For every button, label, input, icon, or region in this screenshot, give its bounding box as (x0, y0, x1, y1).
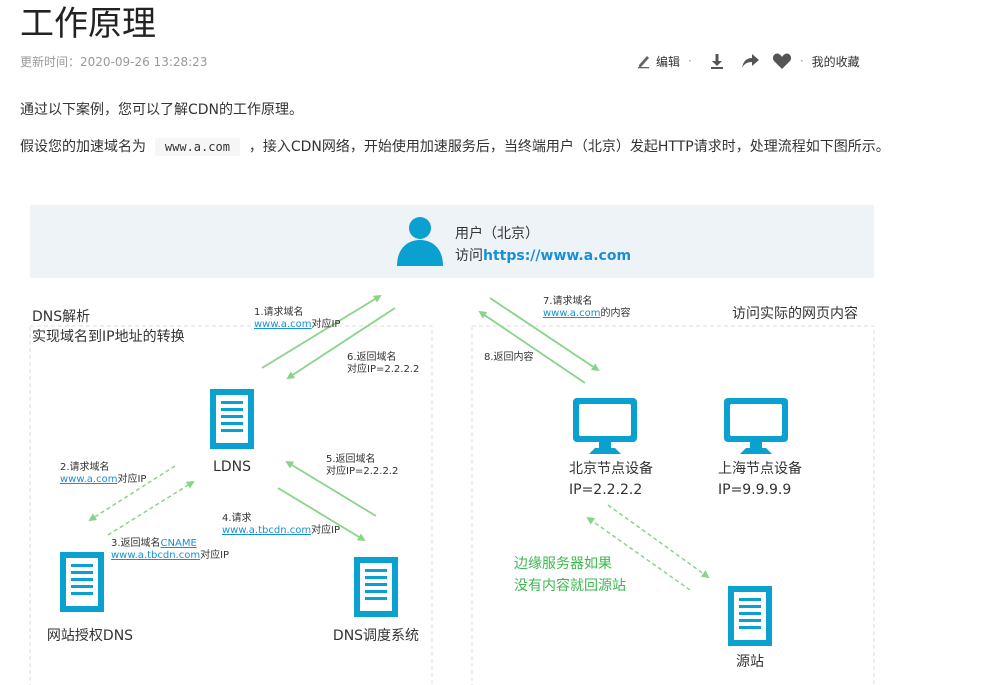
content-panel-title: 访问实际的网页内容 (732, 305, 858, 322)
auth-dns-server-icon (60, 552, 104, 612)
edge-note-line2: 没有内容就回源站 (514, 577, 626, 594)
shanghai-node-label: 上海节点设备 (718, 460, 802, 477)
step1-detail: www.a.com对应IP (254, 317, 340, 330)
step6-detail: 对应IP=2.2.2.2 (347, 362, 419, 375)
dns-scheduler-server-icon (354, 557, 398, 617)
step4-label: 4.请求 (222, 511, 252, 524)
step5-detail: 对应IP=2.2.2.2 (326, 464, 398, 477)
user-banner (30, 205, 874, 278)
shanghai-node-ip: IP=9.9.9.9 (718, 482, 791, 498)
shanghai-node-monitor-icon (724, 398, 788, 454)
beijing-node-label: 北京节点设备 (569, 460, 653, 477)
step3-label: 3.返回域名CNAME (111, 536, 197, 549)
edge-note-line1: 边缘服务器如果 (514, 556, 612, 572)
step7-label: 7.请求域名 (543, 294, 593, 307)
dns-panel-title: DNS解析 (32, 309, 90, 325)
step2-detail: www.a.com对应IP (60, 472, 146, 485)
step6-label: 6.返回域名 (347, 350, 397, 363)
step1-label: 1.请求域名 (254, 305, 304, 318)
step2-label: 2.请求域名 (60, 460, 110, 473)
content-panel (471, 325, 875, 685)
ldns-server-icon (210, 389, 254, 449)
arrow-origin-fetch (607, 504, 710, 579)
user-visit-label: 访问https://www.a.com (455, 248, 631, 264)
dns-scheduler-label: DNS调度系统 (333, 628, 419, 644)
user-url: https://www.a.com (483, 248, 631, 264)
origin-label: 源站 (736, 654, 764, 670)
step5-label: 5.返回域名 (326, 452, 376, 465)
user-label: 用户（北京） (455, 225, 539, 242)
beijing-node-monitor-icon (573, 398, 637, 454)
auth-dns-label: 网站授权DNS (47, 628, 133, 644)
origin-server-icon (728, 586, 772, 646)
step8-label: 8.返回内容 (484, 350, 534, 363)
beijing-node-ip: IP=2.2.2.2 (569, 482, 642, 498)
step7-detail: www.a.com的内容 (543, 306, 630, 319)
arrow-step8 (478, 310, 586, 384)
step4-detail: www.a.tbcdn.com对应IP (222, 523, 340, 536)
step3-detail: www.a.tbcdn.com对应IP (111, 548, 229, 561)
arrow-step3 (107, 480, 195, 536)
cdn-workflow-diagram: 用户（北京） 访问https://www.a.com DNS解析 实现域名到IP… (29, 205, 875, 685)
dns-panel-subtitle: 实现域名到IP地址的转换 (32, 328, 185, 345)
ldns-label: LDNS (213, 459, 251, 475)
